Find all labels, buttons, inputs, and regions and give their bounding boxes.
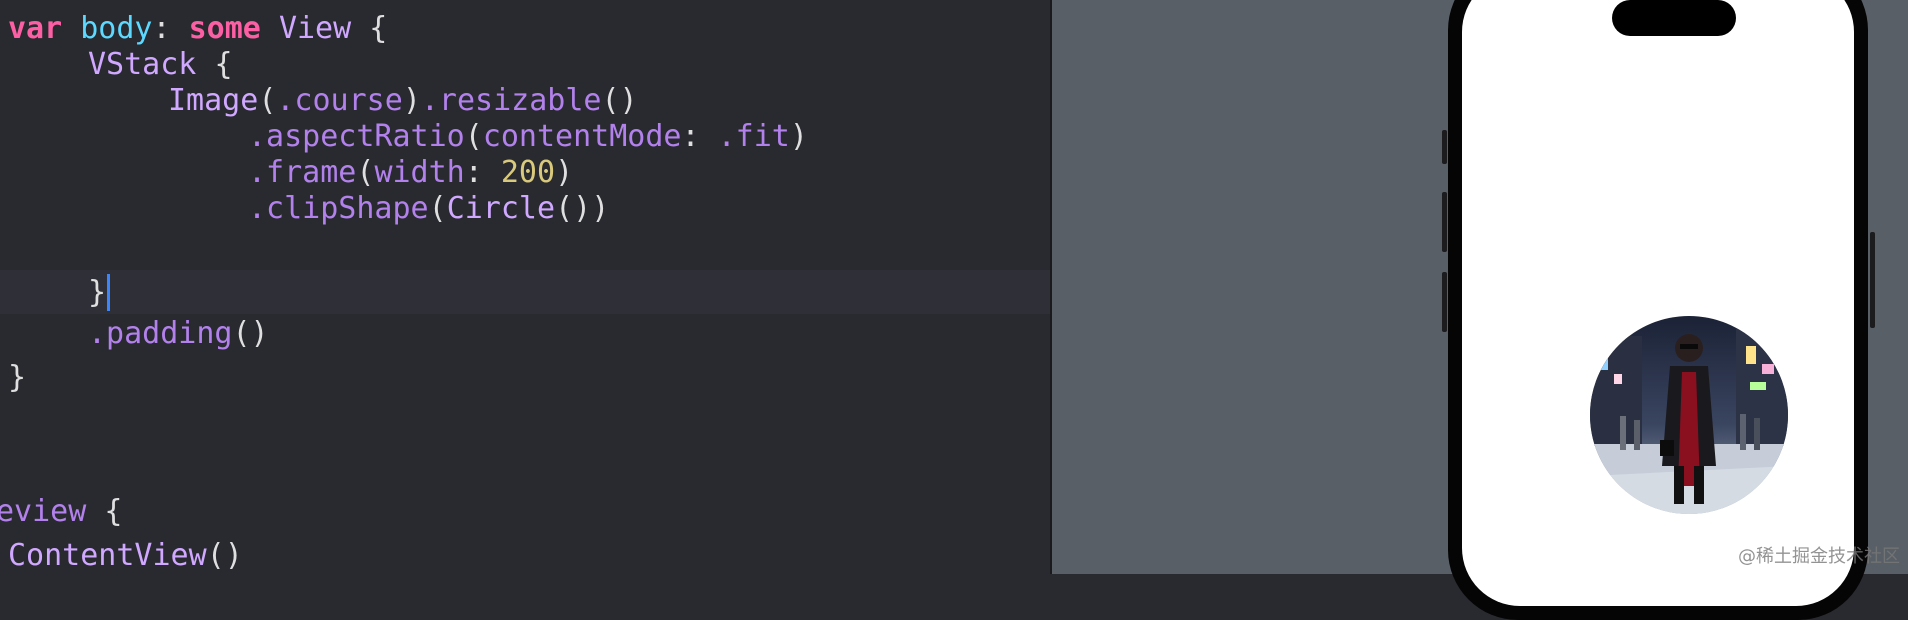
paren: ( xyxy=(258,83,277,118)
phone-power-button xyxy=(1870,232,1875,328)
code-editor[interactable]: var body: some View { VStack { Image(.co… xyxy=(0,0,1050,574)
brace: } xyxy=(88,275,107,310)
brace: { xyxy=(104,494,123,529)
code-line-12[interactable]: ContentView() xyxy=(8,534,243,574)
type-image: Image xyxy=(168,83,259,118)
paren: ) xyxy=(402,83,421,118)
method-clipshape: .clipShape xyxy=(248,191,429,226)
preview-macro-partial: eview xyxy=(0,494,87,529)
circle-clipped-image[interactable] xyxy=(1590,316,1788,514)
method-frame: .frame xyxy=(248,155,357,190)
phone-volume-down-button xyxy=(1442,272,1447,332)
dynamic-island xyxy=(1612,0,1736,36)
member-course: .course xyxy=(276,83,403,118)
call-parens: () xyxy=(555,191,592,226)
paren: ( xyxy=(464,119,483,154)
code-line-11[interactable]: eview { xyxy=(0,490,122,534)
arg-label-contentmode: contentMode xyxy=(482,119,682,154)
type-vstack: VStack xyxy=(88,47,197,82)
call-parens: () xyxy=(601,83,638,118)
text-caret xyxy=(107,274,110,311)
colon: : xyxy=(464,155,483,190)
brace: { xyxy=(369,11,388,46)
colon: : xyxy=(681,119,700,154)
colon: : xyxy=(152,11,171,46)
paren: ( xyxy=(428,191,447,226)
paren: ) xyxy=(555,155,574,190)
keyword-some: some xyxy=(188,11,261,46)
phone-volume-up-button xyxy=(1442,192,1447,252)
code-line-6[interactable]: .clipShape(Circle()) xyxy=(248,187,609,231)
paren: ) xyxy=(789,119,808,154)
iphone-preview-frame xyxy=(1448,0,1868,620)
paren: ) xyxy=(591,191,610,226)
call-parens: () xyxy=(206,538,243,573)
watermark-text: @稀土掘金技术社区 xyxy=(1738,546,1900,567)
value-fit: .fit xyxy=(717,119,790,154)
keyword-var: var xyxy=(8,11,63,46)
paren: ( xyxy=(356,155,375,190)
method-padding: .padding xyxy=(88,316,233,351)
type-contentview: ContentView xyxy=(8,538,207,573)
current-line-highlight xyxy=(0,270,1050,314)
code-line-7[interactable]: } xyxy=(88,271,106,315)
type-view: View xyxy=(278,11,352,46)
number-literal: 200 xyxy=(500,155,556,190)
phone-action-button xyxy=(1442,130,1447,164)
phone-screen[interactable] xyxy=(1462,0,1854,606)
code-line-9[interactable]: } xyxy=(8,356,26,400)
code-line-8[interactable]: .padding() xyxy=(88,312,269,356)
arg-label-width: width xyxy=(374,155,465,190)
identifier-body: body xyxy=(80,11,153,46)
method-aspectratio: .aspectRatio xyxy=(248,119,465,154)
type-circle: Circle xyxy=(446,191,556,226)
call-parens: () xyxy=(232,316,269,351)
brace: { xyxy=(214,47,233,82)
method-resizable: .resizable xyxy=(420,83,602,118)
brace: } xyxy=(8,360,27,395)
city-night-photo-icon xyxy=(1590,316,1788,514)
